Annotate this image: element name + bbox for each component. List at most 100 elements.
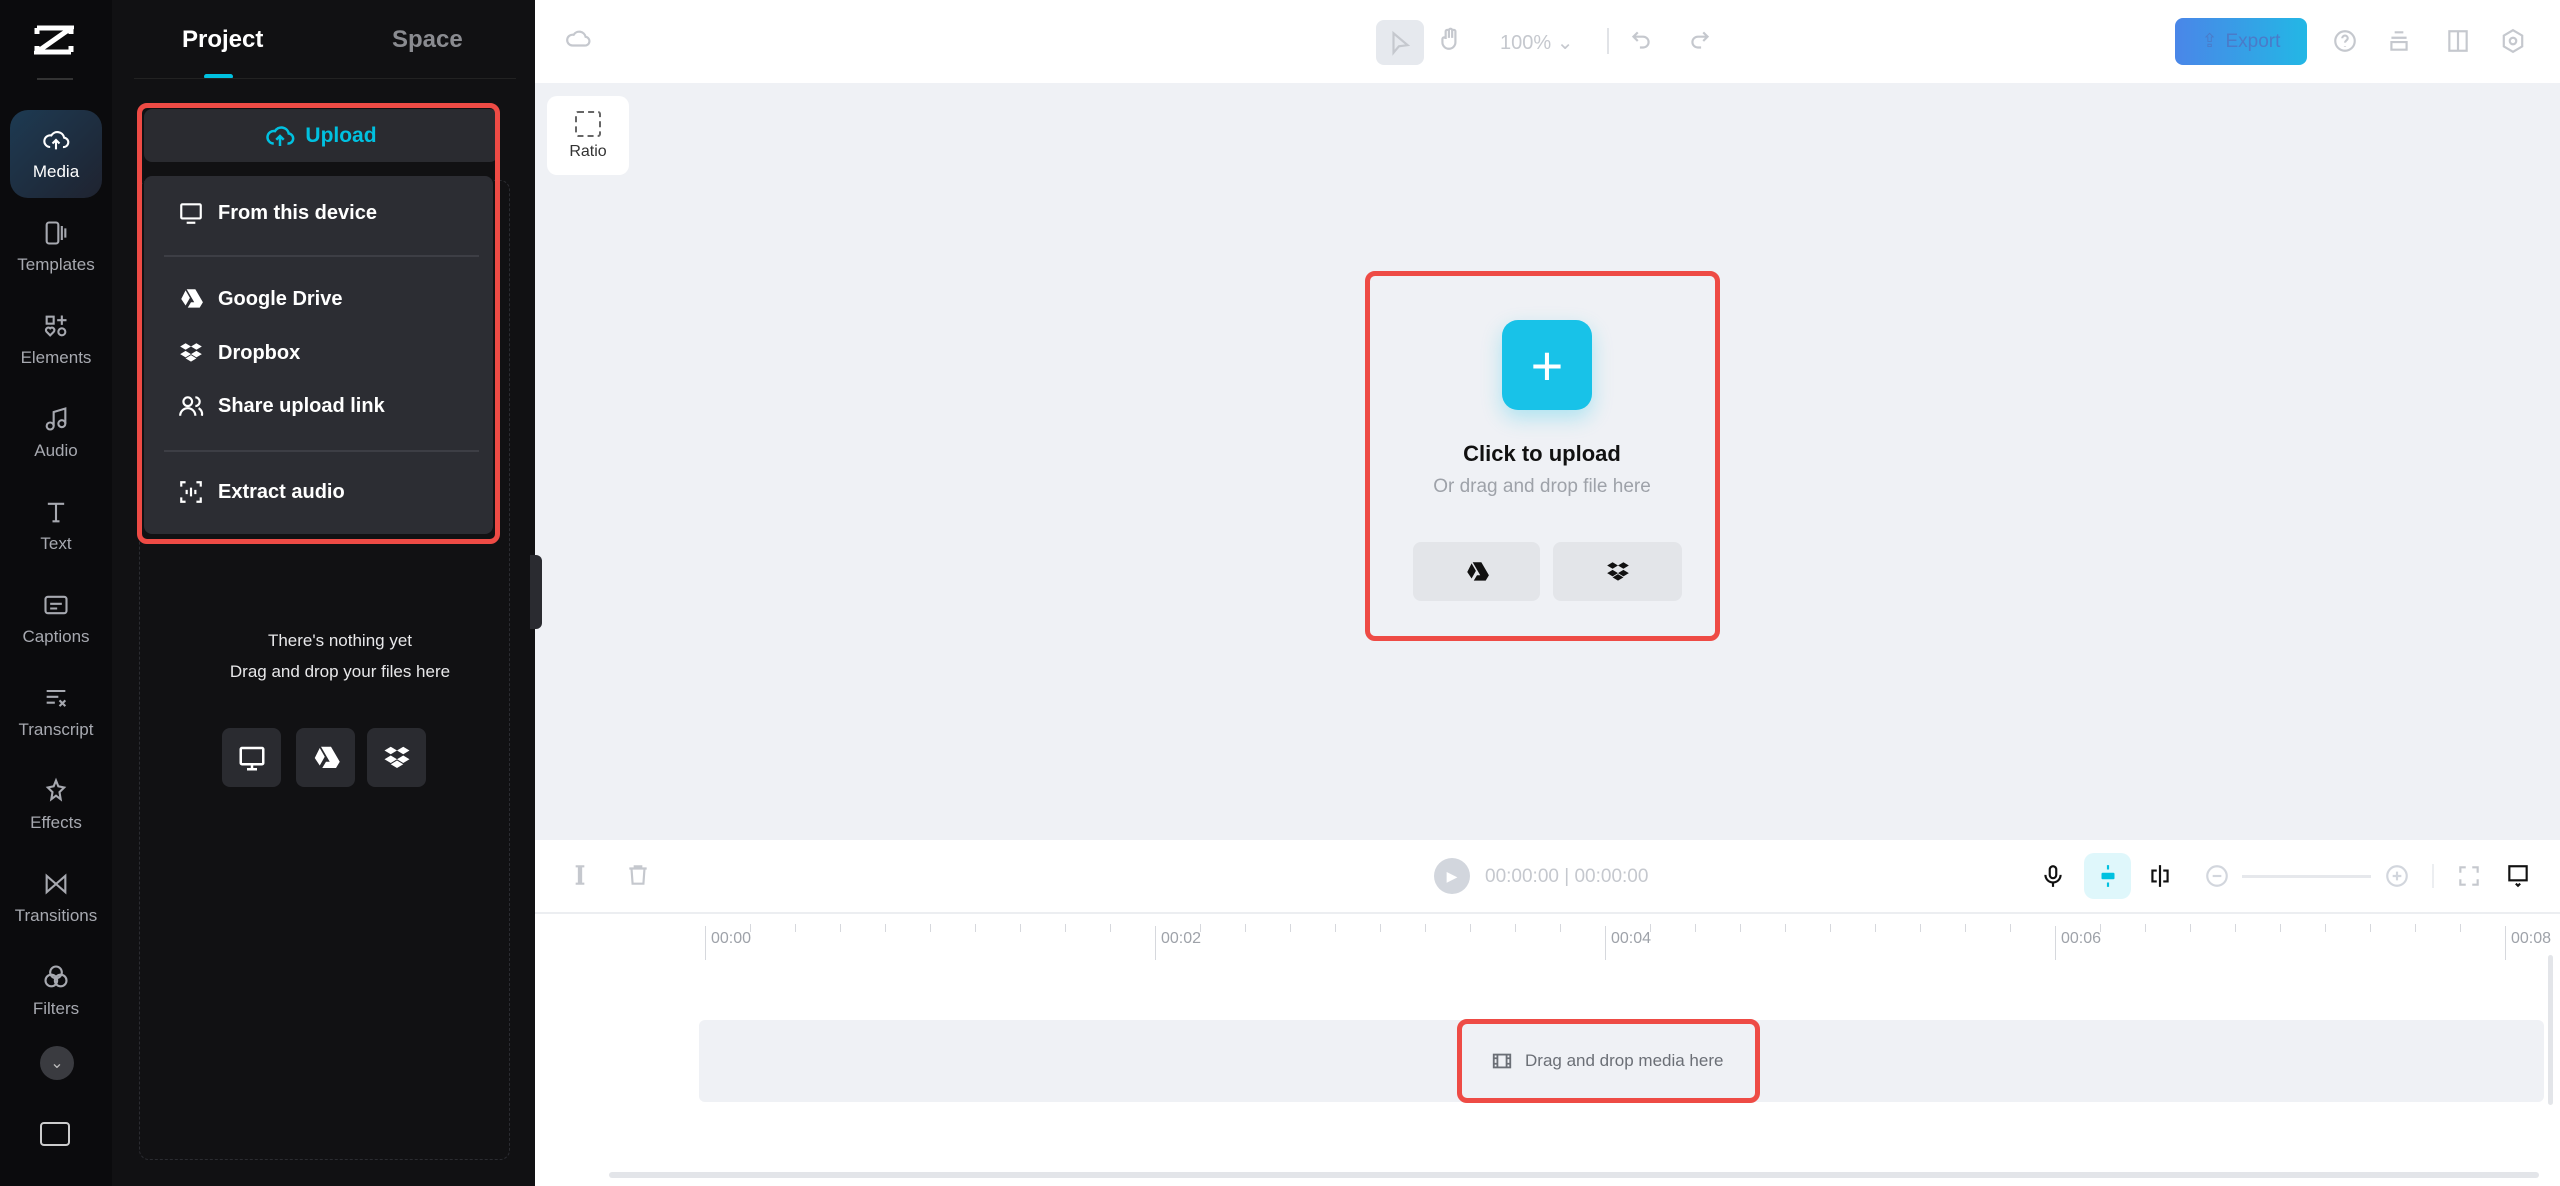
sidebar-item-effects[interactable]: Effects bbox=[10, 761, 102, 849]
ruler-tick bbox=[2325, 924, 2326, 932]
sidebar-item-label: Transitions bbox=[14, 906, 98, 925]
horizontal-scrollbar[interactable] bbox=[609, 1172, 2539, 1178]
highlight-upload-menu bbox=[137, 103, 500, 544]
ruler-tick bbox=[2010, 924, 2011, 932]
capcut-logo[interactable] bbox=[29, 24, 79, 56]
sidebar-item-filters[interactable]: Filters bbox=[10, 947, 102, 1035]
ruler-tick bbox=[1245, 924, 1246, 932]
undo-icon[interactable] bbox=[1628, 28, 1654, 54]
ruler-tick bbox=[1965, 924, 1966, 932]
sidebar-item-label: Templates bbox=[17, 255, 95, 274]
sidebar-item-transcript[interactable]: Transcript bbox=[10, 668, 102, 756]
sidebar-item-templates[interactable]: Templates bbox=[10, 203, 102, 291]
collapse-panel-handle[interactable] bbox=[530, 555, 542, 629]
sidebar-item-label: Transcript bbox=[18, 720, 94, 739]
timeline: ▶ 00:00:00 | 00:00:00 00:00 00:02 00:04 00:… bbox=[535, 840, 2560, 1186]
ruler-tick bbox=[840, 924, 841, 932]
keyboard-shortcuts-icon[interactable] bbox=[40, 1122, 70, 1146]
text-icon bbox=[47, 502, 65, 523]
tab-space[interactable]: Space bbox=[392, 26, 463, 54]
ruler-tick bbox=[1065, 924, 1066, 932]
sidebar-item-label: Media bbox=[32, 162, 80, 181]
empty-title: There's nothing yet bbox=[267, 631, 413, 650]
sidebar-item-label: Text bbox=[40, 534, 72, 553]
transitions-icon bbox=[45, 873, 67, 895]
ruler-tick bbox=[1380, 924, 1381, 932]
ruler-tick bbox=[2460, 924, 2461, 932]
ruler-label: 00:08 bbox=[2511, 930, 2552, 947]
filters-icon bbox=[44, 965, 68, 988]
ratio-button[interactable]: Ratio bbox=[547, 96, 629, 175]
ruler-major-tick bbox=[705, 926, 706, 960]
google-drive-button[interactable] bbox=[296, 728, 355, 787]
templates-icon bbox=[45, 221, 67, 245]
elements-icon bbox=[44, 315, 67, 337]
sidebar-item-audio[interactable]: Audio bbox=[10, 389, 102, 477]
ruler-major-tick bbox=[1605, 926, 1606, 960]
hand-tool-icon[interactable] bbox=[1437, 26, 1463, 52]
time-ruler[interactable]: 00:00 00:02 00:04 00:06 00:08 bbox=[535, 840, 2560, 960]
ruler-tick bbox=[1695, 924, 1696, 932]
select-tool-button[interactable] bbox=[1376, 20, 1424, 65]
sidebar-item-media[interactable]: Media bbox=[10, 110, 102, 198]
more-chevron-down-icon[interactable]: ⌄ bbox=[40, 1046, 74, 1080]
layers-icon[interactable] bbox=[2386, 28, 2412, 54]
top-toolbar: 100% ⌄ ⇪ Export bbox=[535, 0, 2560, 83]
ruler-tick bbox=[2235, 924, 2236, 932]
ruler-major-tick bbox=[2055, 926, 2056, 960]
redo-icon[interactable] bbox=[1687, 28, 1713, 54]
ruler-major-tick bbox=[1155, 926, 1156, 960]
sidebar-item-elements[interactable]: Elements bbox=[10, 296, 102, 384]
empty-state: There's nothing yet Drag and drop your f… bbox=[112, 625, 568, 687]
ruler-tick bbox=[1470, 924, 1471, 932]
settings-icon[interactable] bbox=[2500, 28, 2526, 54]
layout-panel-icon[interactable] bbox=[2445, 28, 2471, 54]
upload-from-device-button[interactable] bbox=[222, 728, 281, 787]
ruler-tick bbox=[1875, 924, 1876, 932]
ruler-tick bbox=[975, 924, 976, 932]
dropbox-button[interactable] bbox=[367, 728, 426, 787]
ruler-label: 00:02 bbox=[1161, 930, 1202, 947]
ruler-tick bbox=[1335, 924, 1336, 932]
sidebar-item-label: Elements bbox=[20, 348, 92, 367]
ruler-tick bbox=[2370, 924, 2371, 932]
export-icon: ⇪ bbox=[2201, 31, 2218, 52]
ruler-tick bbox=[930, 924, 931, 932]
ruler-tick bbox=[2145, 924, 2146, 932]
sidebar-item-captions[interactable]: Captions bbox=[10, 575, 102, 663]
effects-icon bbox=[45, 777, 67, 802]
sidebar-item-label: Filters bbox=[32, 999, 80, 1018]
vertical-scrollbar[interactable] bbox=[2548, 955, 2553, 1105]
ruler-label: 00:04 bbox=[1611, 930, 1652, 947]
ruler-tick bbox=[1020, 924, 1021, 932]
toolbar-divider bbox=[1607, 28, 1609, 54]
music-note-icon bbox=[45, 407, 67, 431]
help-icon[interactable] bbox=[2332, 28, 2358, 54]
ratio-icon bbox=[575, 110, 601, 137]
ruler-tick bbox=[1425, 924, 1426, 932]
export-button[interactable]: ⇪ Export bbox=[2175, 18, 2307, 65]
sidebar-item-label: Effects bbox=[30, 813, 82, 832]
ruler-tick bbox=[1560, 924, 1561, 932]
highlight-upload-card bbox=[1365, 271, 1720, 641]
ruler-tick bbox=[1740, 924, 1741, 932]
zoom-dropdown[interactable]: 100% ⌄ bbox=[1500, 30, 1573, 55]
icon-rail: Media Templates Elements Audio Text Captions T… bbox=[0, 0, 112, 1186]
ruler-tick bbox=[1290, 924, 1291, 932]
sidebar-item-transitions[interactable]: Transitions bbox=[10, 854, 102, 942]
tab-project[interactable]: Project bbox=[182, 26, 263, 54]
logo-divider bbox=[37, 78, 73, 80]
ruler-tick bbox=[1515, 924, 1516, 932]
ruler-tick bbox=[2190, 924, 2191, 932]
cloud-save-icon[interactable] bbox=[565, 26, 591, 52]
ruler-tick bbox=[885, 924, 886, 932]
empty-subtitle: Drag and drop your files here bbox=[229, 662, 451, 681]
captions-icon bbox=[44, 595, 68, 615]
ruler-tick bbox=[1920, 924, 1921, 932]
ruler-major-tick bbox=[2505, 926, 2506, 960]
sidebar-item-text[interactable]: Text bbox=[10, 482, 102, 570]
ruler-tick bbox=[2280, 924, 2281, 932]
highlight-track-drop bbox=[1457, 1019, 1760, 1103]
ruler-tick bbox=[2415, 924, 2416, 932]
sidebar-item-label: Audio bbox=[34, 441, 78, 460]
